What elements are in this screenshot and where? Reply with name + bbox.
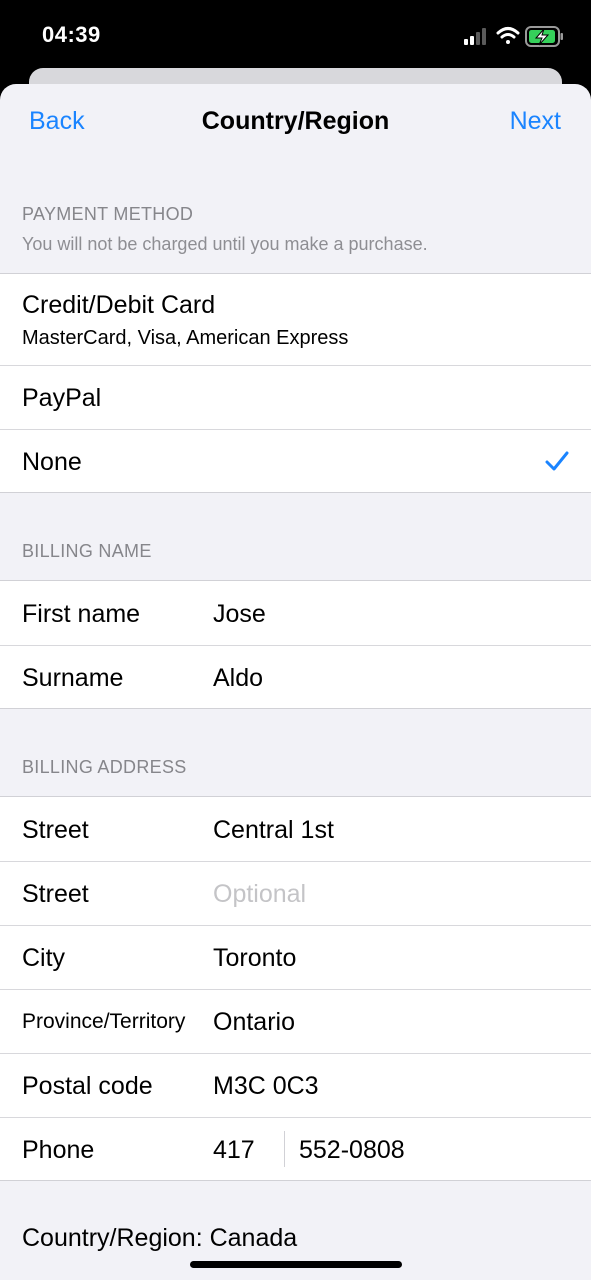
field-value[interactable]: Ontario [213,1008,295,1037]
signal-icon [464,28,486,45]
status-bar: 04:39 [0,0,591,70]
field-value[interactable]: M3C 0C3 [213,1072,319,1101]
phone-number-input[interactable]: 552-0808 [299,1136,405,1165]
phone-area-code-input[interactable]: 417 [213,1136,255,1165]
first-name-field[interactable]: First name Jose [0,581,591,645]
postal-code-field[interactable]: Postal code M3C 0C3 [0,1053,591,1117]
street-field[interactable]: Street Central 1st [0,797,591,861]
payment-option-label: None [22,448,82,476]
billing-name-header: BILLING NAME [22,541,152,561]
field-placeholder[interactable]: Optional [213,880,306,909]
payment-option-label: PayPal [22,384,102,412]
billing-name-list: First name Jose Surname Aldo [0,580,591,709]
page-title: Country/Region [201,107,390,135]
field-value[interactable]: Toronto [213,944,296,973]
field-label: Phone [22,1136,95,1164]
phone-field[interactable]: Phone 417 552-0808 [0,1117,591,1180]
field-label: Surname [22,664,124,692]
field-label: Province/Territory [22,1010,186,1033]
province-field[interactable]: Province/Territory Ontario [0,989,591,1053]
home-indicator [190,1261,402,1268]
wifi-icon [496,27,520,44]
payment-option-card[interactable]: Credit/Debit Card MasterCard, Visa, Amer… [0,274,591,365]
field-value[interactable]: Aldo [213,664,263,693]
field-label: Street [22,880,89,908]
field-value[interactable]: Central 1st [213,816,334,845]
payment-method-list: Credit/Debit Card MasterCard, Visa, Amer… [0,273,591,493]
country-region-sheet: Back Country/Region Next PAYMENT METHOD … [0,84,591,1280]
field-label: First name [22,600,141,628]
payment-method-note: You will not be charged until you make a… [22,234,428,254]
payment-option-detail: MasterCard, Visa, American Express [22,327,349,349]
street-2-field[interactable]: Street Optional [0,861,591,925]
navigation-bar: Back Country/Region Next [0,84,591,160]
phone-divider [284,1131,285,1167]
status-icons [464,26,563,47]
field-label: Street [22,816,89,844]
checkmark-icon [545,451,569,471]
payment-option-paypal[interactable]: PayPal [0,365,591,429]
payment-option-none[interactable]: None [0,429,591,492]
billing-address-header: BILLING ADDRESS [22,757,187,777]
payment-method-header: PAYMENT METHOD [22,204,194,224]
battery-charging-icon [525,26,563,47]
next-button[interactable]: Next [510,107,561,136]
city-field[interactable]: City Toronto [0,925,591,989]
surname-field[interactable]: Surname Aldo [0,645,591,708]
status-time: 04:39 [42,22,101,47]
billing-address-list: Street Central 1st Street Optional City … [0,796,591,1181]
field-label: Postal code [22,1072,153,1100]
field-value[interactable]: Jose [213,600,266,629]
field-label: City [22,944,66,972]
country-region-text: Country/Region: Canada [22,1224,298,1252]
payment-option-label: Credit/Debit Card [22,291,216,319]
